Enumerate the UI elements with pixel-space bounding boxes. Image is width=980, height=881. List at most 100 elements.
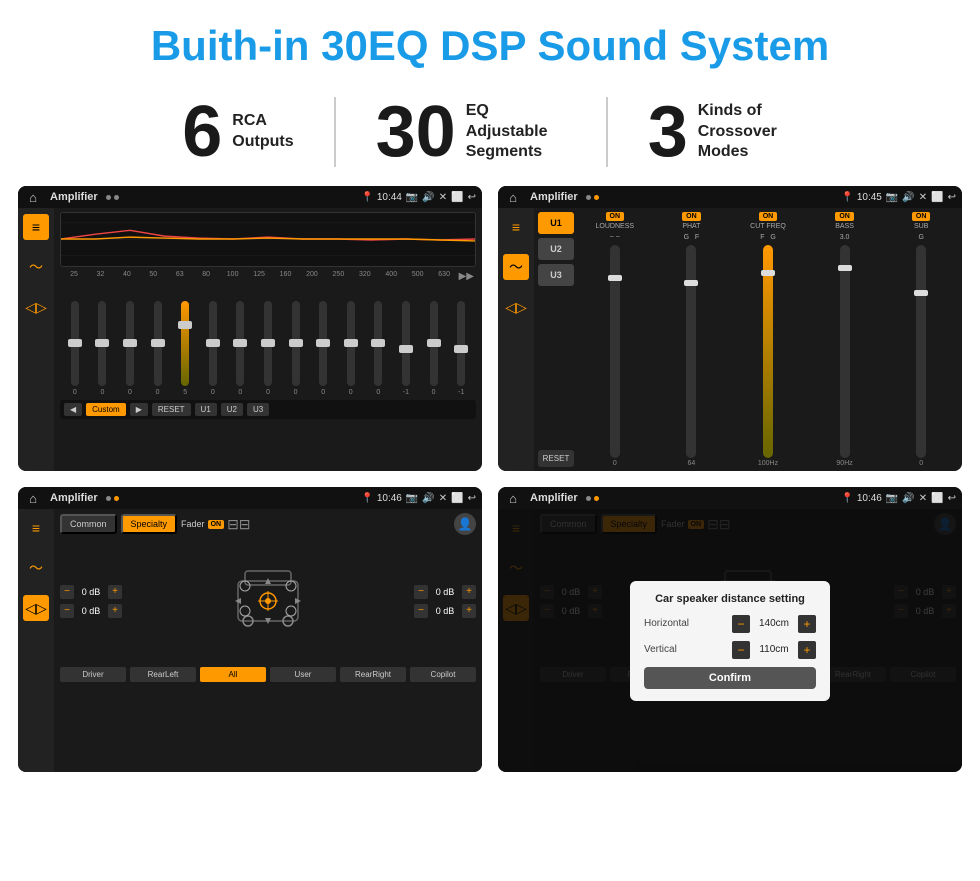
eq-screen-content: ≡ 〜 ◁▷ xyxy=(18,208,482,471)
eq-slider-4[interactable]: 0 xyxy=(145,301,171,396)
amp-home-icon[interactable]: ⌂ xyxy=(504,188,522,206)
db-value-3: 0 dB xyxy=(431,587,459,597)
amp-loudness-slider[interactable] xyxy=(610,245,620,458)
eq-reset-btn[interactable]: RESET xyxy=(152,403,191,416)
db-plus-1[interactable]: + xyxy=(108,585,122,599)
eq-slider-5[interactable]: 5 xyxy=(172,301,198,396)
amp-volume-icon[interactable]: ◁▷ xyxy=(503,294,529,320)
eq-slider-9[interactable]: 0 xyxy=(283,301,309,396)
eq-slider-14[interactable]: 0 xyxy=(421,301,447,396)
eq-slider-2[interactable]: 0 xyxy=(90,301,116,396)
eq-u2-btn[interactable]: U2 xyxy=(221,403,243,416)
eq-u3-btn[interactable]: U3 xyxy=(247,403,269,416)
dialog-horizontal-plus[interactable]: + xyxy=(798,615,816,633)
eq-filter-icon[interactable]: ≡ xyxy=(23,214,49,240)
amp-u1-btn[interactable]: U1 xyxy=(538,212,574,234)
eq-slider-12[interactable]: 0 xyxy=(366,301,392,396)
db-minus-2[interactable]: − xyxy=(60,604,74,618)
eq-bottom-bar: ◀ Custom ▶ RESET U1 U2 U3 xyxy=(60,400,476,419)
cross-body: − 0 dB + − 0 dB + xyxy=(60,541,476,661)
cross-screen: ⌂ Amplifier 📍10:46 📷🔊✕⬜↩ ≡ 〜 ◁▷ Co xyxy=(18,487,482,772)
db-minus-4[interactable]: − xyxy=(414,604,428,618)
amp-cutfreq-channel: ON CUT FREQ F G 100Hz xyxy=(731,212,805,467)
cross-volume-icon[interactable]: ◁▷ xyxy=(23,595,49,621)
amp-reset-btn[interactable]: RESET xyxy=(538,450,574,467)
cross-rearright-btn[interactable]: RearRight xyxy=(340,667,406,682)
cross-time: 📍10:46 xyxy=(361,493,401,504)
dialog-dot-2 xyxy=(594,496,599,501)
amp-status-indicators xyxy=(586,195,599,200)
cross-wave-icon[interactable]: 〜 xyxy=(23,555,49,581)
cross-driver-btn[interactable]: Driver xyxy=(60,667,126,682)
amp-sub-on[interactable]: ON xyxy=(912,212,931,221)
db-minus-1[interactable]: − xyxy=(60,585,74,599)
amp-phat-on[interactable]: ON xyxy=(682,212,701,221)
cross-rearleft-btn[interactable]: RearLeft xyxy=(130,667,196,682)
cross-user-btn[interactable]: User xyxy=(270,667,336,682)
eq-custom-btn[interactable]: Custom xyxy=(86,403,126,416)
cross-common-tab[interactable]: Common xyxy=(60,514,117,534)
amp-bass-on[interactable]: ON xyxy=(835,212,854,221)
page-title: Buith-in 30EQ DSP Sound System xyxy=(0,0,980,88)
eq-u1-btn[interactable]: U1 xyxy=(195,403,217,416)
cross-top-bar: Common Specialty Fader ON ⊟⊟ 👤 xyxy=(60,513,476,535)
cross-fader-on[interactable]: ON xyxy=(208,520,225,529)
db-plus-4[interactable]: + xyxy=(462,604,476,618)
eq-slider-1[interactable]: 0 xyxy=(62,301,88,396)
screens-grid: ⌂ Amplifier 📍10:44 📷🔊✕⬜↩ ≡ 〜 ◁▷ xyxy=(0,186,980,790)
cross-car-diagram xyxy=(130,541,406,661)
dialog-title: Car speaker distance setting xyxy=(644,593,816,605)
eq-slider-3[interactable]: 0 xyxy=(117,301,143,396)
amp-u2-btn[interactable]: U2 xyxy=(538,238,574,260)
cross-specialty-tab[interactable]: Specialty xyxy=(121,514,178,534)
home-icon[interactable]: ⌂ xyxy=(24,188,42,206)
eq-slider-6[interactable]: 0 xyxy=(200,301,226,396)
confirm-button[interactable]: Confirm xyxy=(644,667,816,689)
eq-volume-icon[interactable]: ◁▷ xyxy=(23,294,49,320)
eq-play-btn[interactable]: ▶ xyxy=(130,403,148,416)
stat-eq: 30 EQ AdjustableSegments xyxy=(336,96,606,168)
eq-slider-8[interactable]: 0 xyxy=(255,301,281,396)
db-plus-2[interactable]: + xyxy=(108,604,122,618)
dialog-screen-title: Amplifier xyxy=(530,492,578,504)
amp-u3-btn[interactable]: U3 xyxy=(538,264,574,286)
dialog-vertical-minus[interactable]: − xyxy=(732,641,750,659)
amp-status-icons: 📷🔊✕⬜↩ xyxy=(886,192,956,203)
cross-all-btn[interactable]: All xyxy=(200,667,266,682)
dialog-horizontal-control: − 140cm + xyxy=(732,615,816,633)
amp-dot-2 xyxy=(594,195,599,200)
eq-prev-btn[interactable]: ◀ xyxy=(64,403,82,416)
dialog-home-icon[interactable]: ⌂ xyxy=(504,489,522,507)
eq-slider-7[interactable]: 0 xyxy=(228,301,254,396)
amp-wave-icon[interactable]: 〜 xyxy=(503,254,529,280)
amp-sub-slider[interactable] xyxy=(916,245,926,458)
cross-user-icon[interactable]: 👤 xyxy=(454,513,476,535)
db-value-4: 0 dB xyxy=(431,606,459,616)
cross-home-icon[interactable]: ⌂ xyxy=(24,489,42,507)
eq-wave-icon[interactable]: 〜 xyxy=(23,254,49,280)
amp-dot-1 xyxy=(586,195,591,200)
stat-rca-number: 6 xyxy=(182,96,222,168)
eq-slider-13[interactable]: -1 xyxy=(393,301,419,396)
status-icons: 📷🔊✕⬜↩ xyxy=(406,192,476,203)
eq-slider-15[interactable]: -1 xyxy=(448,301,474,396)
amp-phat-slider[interactable] xyxy=(686,245,696,458)
db-plus-3[interactable]: + xyxy=(462,585,476,599)
amp-screen-title: Amplifier xyxy=(530,191,578,203)
status-dot-1 xyxy=(106,195,111,200)
eq-slider-11[interactable]: 0 xyxy=(338,301,364,396)
cross-filter-icon[interactable]: ≡ xyxy=(23,515,49,541)
eq-slider-10[interactable]: 0 xyxy=(310,301,336,396)
amp-cutfreq-slider[interactable] xyxy=(763,245,773,458)
cross-fader-control: Fader ON ⊟⊟ xyxy=(181,516,250,533)
stat-eq-number: 30 xyxy=(376,96,456,168)
dialog-vertical-plus[interactable]: + xyxy=(798,641,816,659)
db-minus-3[interactable]: − xyxy=(414,585,428,599)
cross-copilot-btn[interactable]: Copilot xyxy=(410,667,476,682)
status-indicators xyxy=(106,195,119,200)
amp-filter-icon[interactable]: ≡ xyxy=(503,214,529,240)
amp-cutfreq-on[interactable]: ON xyxy=(759,212,778,221)
amp-bass-slider[interactable] xyxy=(840,245,850,458)
amp-loudness-on[interactable]: ON xyxy=(606,212,625,221)
dialog-horizontal-minus[interactable]: − xyxy=(732,615,750,633)
